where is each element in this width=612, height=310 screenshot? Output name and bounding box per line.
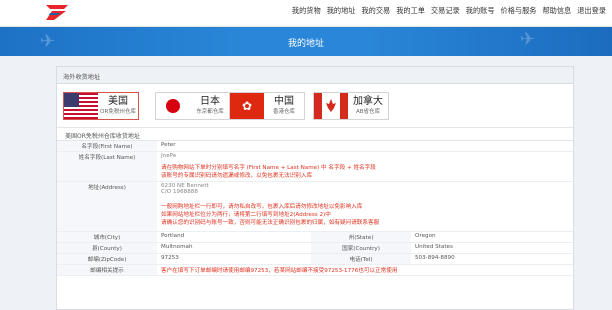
zip-hint-value: 客户在填写下订单邮编时请使用邮编97253，若某网站邮编不接受97253-177… xyxy=(157,264,573,276)
county-label: 县(County) xyxy=(57,242,157,254)
zip-label: 邮编(ZipCode) xyxy=(57,253,157,265)
nav-item-help[interactable]: 帮助信息 xyxy=(542,6,571,16)
nav-item-trade[interactable]: 我的交易 xyxy=(361,6,390,16)
nav-item-pricing[interactable]: 价格与服务 xyxy=(501,6,537,16)
nav-item-tickets[interactable]: 我的工单 xyxy=(396,6,425,16)
address-table: 名字段(First Name) Peter 姓名字段(Last Name) Jn… xyxy=(57,141,573,276)
warehouse-hk-button[interactable]: ✿ 中国 香港仓库 xyxy=(229,92,305,120)
page-title: 我的地址 xyxy=(287,39,324,49)
address-note: 如果网站地址栏位分为两行，请将第二行填写到地址2(Address 2)中 xyxy=(161,212,331,218)
table-row: 县(County) Multnomah 国家(Country) United S… xyxy=(57,242,573,254)
warehouse-jp-button[interactable]: 日本 东京都仓库 xyxy=(155,92,231,120)
nav-item-goods[interactable]: 我的货物 xyxy=(292,6,321,16)
last-name-value[interactable]: JnePe xyxy=(161,153,569,159)
jp-flag-icon xyxy=(156,93,190,119)
address-heading: 美国OR免税州仓库收货地址 xyxy=(57,128,573,141)
warehouse-jp-name: 日本 xyxy=(200,96,220,107)
us-flag-icon xyxy=(64,93,98,119)
warehouse-ca-sub: AB省仓库 xyxy=(355,109,381,115)
warehouse-ca-button[interactable]: 加拿大 AB省仓库 xyxy=(313,92,389,120)
state-label: 州(State) xyxy=(311,231,411,243)
county-value[interactable]: Multnomah xyxy=(157,242,311,254)
warehouse-us-button[interactable]: 美国 OR免税州仓库 xyxy=(63,92,139,120)
nav-item-account[interactable]: 我的账号 xyxy=(466,6,495,16)
last-name-note: 请在购物网站下单时分别填写名字 (First Name + Last Name)… xyxy=(161,165,376,171)
country-value[interactable]: United States xyxy=(411,242,573,254)
tel-label: 电话(Tel) xyxy=(311,253,411,265)
last-name-note: 该账号的专属识别码请勿遗漏或修改，以免包裹无法识别入库 xyxy=(161,173,313,179)
address-line-2[interactable]: C/O 1968888 xyxy=(161,189,569,195)
main-nav: 我的货物 我的地址 我的交易 我的工单 交易记录 我的账号 价格与服务 帮助信息… xyxy=(292,6,606,16)
address-panel: 海外收货地址 美国 OR免税州仓库 日本 东京都仓库 ✿ 中国 香港仓库 加拿大… xyxy=(56,66,574,310)
warehouse-selector: 美国 OR免税州仓库 日本 东京都仓库 ✿ 中国 香港仓库 加拿大 AB省仓库 xyxy=(57,84,573,128)
table-row: 城市(City) Portland 州(State) Oregon xyxy=(57,231,573,243)
first-name-value[interactable]: Peter xyxy=(157,141,573,152)
nav-item-logout[interactable]: 退出登录 xyxy=(577,6,606,16)
tel-value[interactable]: 503-894-8890 xyxy=(411,253,573,265)
country-label: 国家(Country) xyxy=(311,242,411,254)
svg-text:✿: ✿ xyxy=(242,99,252,113)
nav-item-address[interactable]: 我的地址 xyxy=(327,6,356,16)
first-name-label: 名字段(First Name) xyxy=(57,141,157,152)
last-name-cell: JnePe 请在购物网站下单时分别填写名字 (First Name + Last… xyxy=(157,151,573,182)
nav-item-records[interactable]: 交易记录 xyxy=(431,6,460,16)
address-label: 地址(Address) xyxy=(57,181,157,232)
city-label: 城市(City) xyxy=(57,231,157,243)
page-banner: ✈ ✈ 我的地址 xyxy=(0,27,612,56)
warehouse-us-name: 美国 xyxy=(108,96,128,107)
logo-icon[interactable] xyxy=(44,3,70,22)
warehouse-jp-sub: 东京都仓库 xyxy=(196,109,224,115)
last-name-label: 姓名字段(Last Name) xyxy=(57,151,157,182)
warehouse-us-sub: OR免税州仓库 xyxy=(100,109,136,115)
state-value[interactable]: Oregon xyxy=(411,231,573,243)
warehouse-hk-name: 中国 xyxy=(274,96,294,107)
table-row: 邮编相关提示 客户在填写下订单邮编时请使用邮编97253，若某网站邮编不接受97… xyxy=(57,264,573,276)
table-row: 地址(Address) 6230 NE Bennett C/O 1968888 … xyxy=(57,181,573,232)
zip-hint-label: 邮编相关提示 xyxy=(57,264,157,276)
zip-value[interactable]: 97253 xyxy=(157,253,311,265)
table-row: 邮编(ZipCode) 97253 电话(Tel) 503-894-8890 xyxy=(57,253,573,265)
address-cell: 6230 NE Bennett C/O 1968888 一般网购地址栏一行即可，… xyxy=(157,181,573,232)
table-row: 姓名字段(Last Name) JnePe 请在购物网站下单时分别填写名字 (F… xyxy=(57,151,573,182)
warehouse-hk-sub: 香港仓库 xyxy=(272,109,295,115)
hk-flag-icon: ✿ xyxy=(230,93,264,119)
top-bar: 我的货物 我的地址 我的交易 我的工单 交易记录 我的账号 价格与服务 帮助信息… xyxy=(0,0,612,27)
ca-flag-icon xyxy=(314,93,348,119)
table-row: 名字段(First Name) Peter xyxy=(57,141,573,152)
city-value[interactable]: Portland xyxy=(157,231,311,243)
address-note: 请确认您的识别码与账号一致，否则可能无法正确识别包裹的归属，如有疑问请联系客服 xyxy=(161,220,380,226)
warehouse-ca-name: 加拿大 xyxy=(353,96,383,107)
section-title: 海外收货地址 xyxy=(57,67,573,84)
address-note: 一般网购地址栏一行即可，请勿私自改写。包裹入库后请勿修改地址以免影响入库 xyxy=(161,204,363,210)
